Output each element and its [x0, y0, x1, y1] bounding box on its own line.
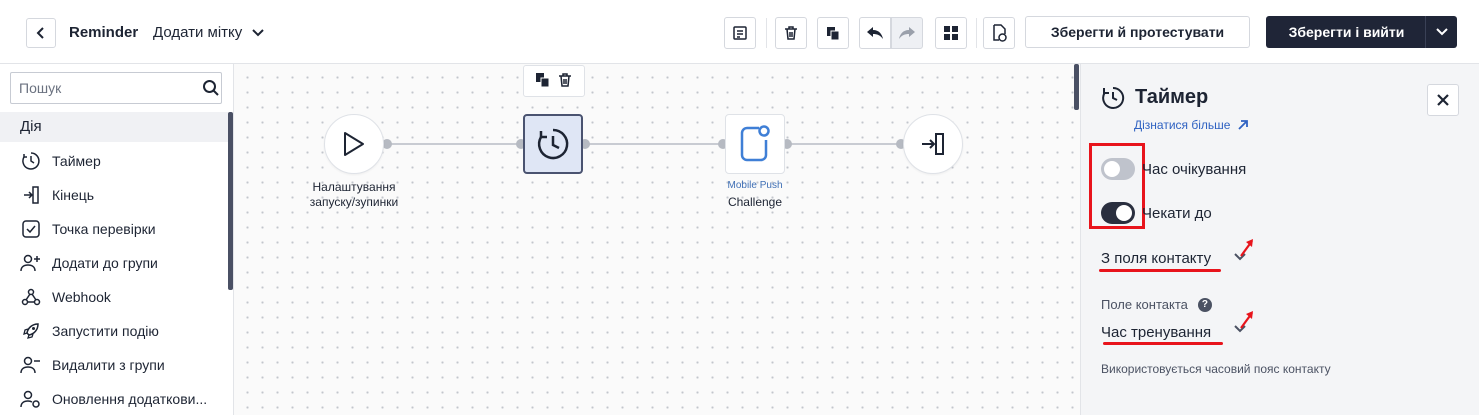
trash-icon[interactable] — [557, 72, 573, 91]
grid-icon — [944, 26, 958, 40]
copy-button[interactable] — [817, 17, 849, 49]
contact-field-label: Поле контакта ? — [1101, 297, 1212, 312]
timer-node[interactable] — [523, 114, 583, 174]
end-node[interactable] — [903, 114, 963, 174]
save-and-exit-button[interactable]: Зберегти і вийти — [1266, 16, 1457, 48]
trash-icon — [785, 26, 797, 40]
top-toolbar: Reminder Додати мітку Зберегти й протест… — [0, 0, 1479, 64]
canvas-scrollbar[interactable] — [1074, 64, 1079, 110]
sidebar-item-webhook[interactable]: Webhook — [0, 280, 228, 314]
annotation-underline — [1099, 269, 1221, 272]
start-node-label: Налаштування запуску/зупинки — [309, 180, 399, 209]
close-panel-button[interactable] — [1427, 84, 1459, 116]
note-icon — [733, 26, 747, 40]
chevron-left-icon — [36, 27, 44, 39]
history-icon — [993, 24, 1007, 42]
add-tag-label: Додати мітку — [153, 24, 243, 41]
push-node-type: Mobile Push — [727, 180, 783, 191]
delete-button[interactable] — [775, 17, 807, 49]
wait-time-label: Час очікування — [1142, 161, 1247, 178]
search-input[interactable] — [11, 73, 200, 103]
annotation-underline — [1103, 342, 1223, 345]
exit-icon — [20, 184, 42, 206]
start-node[interactable] — [324, 114, 384, 174]
update-fields-icon — [20, 388, 42, 410]
sidebar-item-update-fields[interactable]: Оновлення додаткови... — [0, 382, 228, 415]
save-options-dropdown[interactable] — [1425, 16, 1457, 48]
webhook-icon — [20, 286, 42, 308]
sidebar-item-end[interactable]: Кінець — [0, 178, 228, 212]
redo-icon — [899, 27, 915, 39]
source-select[interactable]: З поля контакту — [1101, 250, 1211, 267]
wait-time-toggle[interactable] — [1101, 158, 1135, 180]
source-select-value: З поля контакту — [1101, 250, 1212, 267]
layout-button[interactable] — [935, 17, 967, 49]
clock-icon — [1101, 86, 1125, 113]
search-icon[interactable] — [200, 79, 221, 97]
flow-name: Reminder — [69, 24, 139, 41]
connector-push-end — [787, 143, 901, 145]
sidebar-item-add-to-group[interactable]: Додати до групи — [0, 246, 228, 280]
timer-settings-panel: Таймер Дізнатися більше Час очікування Ч… — [1080, 64, 1479, 415]
help-icon[interactable]: ? — [1197, 297, 1212, 312]
sidebar-scrollbar[interactable] — [228, 112, 233, 290]
add-tag-dropdown[interactable]: Додати мітку — [153, 24, 264, 41]
learn-more-link[interactable]: Дізнатися більше — [1134, 118, 1249, 132]
save-and-test-button[interactable]: Зберегти й протестувати — [1025, 16, 1250, 48]
external-link-icon — [1238, 120, 1249, 130]
copy-icon[interactable] — [535, 72, 551, 91]
connector-start-timer — [387, 143, 521, 145]
search-box — [10, 72, 222, 104]
chevron-down-icon — [1234, 239, 1253, 261]
chevron-down-icon — [1435, 28, 1448, 36]
remove-group-icon — [20, 354, 42, 376]
mobile-push-node[interactable] — [725, 114, 785, 174]
redo-button[interactable] — [891, 17, 923, 49]
contact-field-value: Час тренування — [1101, 324, 1212, 341]
push-node-label: Challenge — [727, 195, 783, 209]
back-button[interactable] — [26, 18, 56, 48]
chevron-down-icon — [252, 28, 264, 36]
actions-sidebar: Дія Таймер Кінець Точка перевірки Додати… — [0, 64, 234, 415]
close-icon — [1437, 94, 1449, 106]
sidebar-item-checkpoint[interactable]: Точка перевірки — [0, 212, 228, 246]
sidebar-item-timer[interactable]: Таймер — [0, 144, 228, 178]
sidebar-item-trigger-event[interactable]: Запустити подію — [0, 314, 228, 348]
mobile-push-icon — [740, 125, 770, 162]
clock-icon — [20, 150, 42, 172]
clock-icon — [537, 128, 569, 160]
rocket-icon — [20, 320, 42, 342]
exit-icon — [922, 133, 944, 155]
copy-icon — [827, 27, 840, 41]
undo-button[interactable] — [859, 17, 891, 49]
sidebar-item-remove-from-group[interactable]: Видалити з групи — [0, 348, 228, 382]
flow-canvas[interactable]: Налаштування запуску/зупинки Mobile Push… — [234, 64, 1080, 415]
checkpoint-icon — [20, 218, 42, 240]
section-actions: Дія — [0, 112, 228, 142]
contact-field-select[interactable]: Час тренування — [1101, 324, 1211, 341]
play-icon — [344, 132, 364, 156]
notes-button[interactable] — [724, 17, 756, 49]
chevron-down-icon — [1234, 311, 1253, 333]
add-group-icon — [20, 252, 42, 274]
connector-timer-push — [585, 143, 723, 145]
version-history-button[interactable] — [983, 17, 1015, 49]
wait-until-toggle[interactable] — [1101, 202, 1135, 224]
undo-icon — [867, 27, 883, 39]
panel-title: Таймер — [1135, 86, 1209, 108]
timezone-note: Використовується часовий пояс контакту — [1101, 362, 1331, 376]
save-and-exit-label: Зберегти і вийти — [1288, 24, 1405, 40]
node-toolbar — [523, 65, 585, 97]
wait-until-label: Чекати до — [1142, 205, 1212, 222]
actions-list: Таймер Кінець Точка перевірки Додати до … — [0, 144, 228, 415]
